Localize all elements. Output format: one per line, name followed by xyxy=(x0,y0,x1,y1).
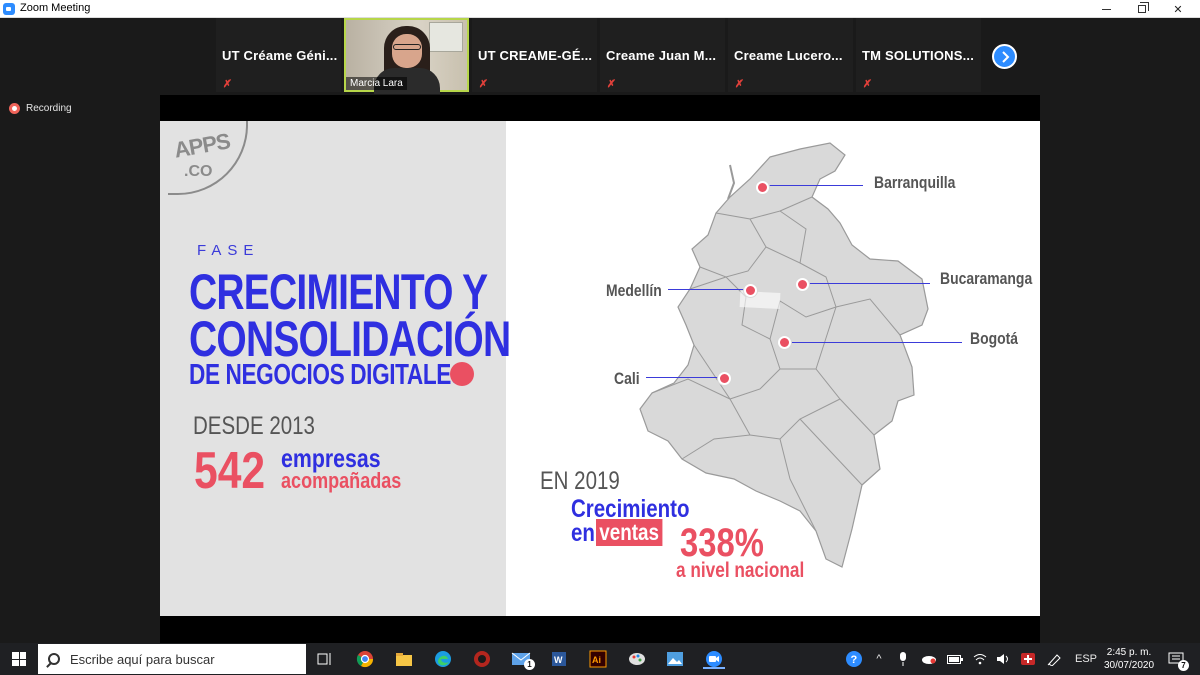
city-label-medellin: Medellín xyxy=(606,281,662,300)
participant-tile[interactable]: Creame Juan M... ✗̸ xyxy=(600,18,725,92)
shared-slide: APPS .CO FASE CRECIMIENTO Y CONSOLIDACIÓ… xyxy=(160,121,1040,616)
restore-icon xyxy=(1138,2,1149,13)
recording-indicator[interactable]: Recording xyxy=(9,103,72,114)
svg-text:?: ? xyxy=(851,654,858,666)
minimize-button[interactable] xyxy=(1088,0,1124,18)
slide-fase-label: FASE xyxy=(197,242,260,259)
whiteboard-background xyxy=(429,22,463,52)
wifi-icon[interactable] xyxy=(970,643,990,675)
pen-icon[interactable] xyxy=(1044,643,1066,675)
svg-text:W: W xyxy=(554,655,563,665)
volume-icon[interactable] xyxy=(993,643,1013,675)
file-explorer-icon[interactable] xyxy=(393,649,415,669)
city-pin-barranquilla xyxy=(756,181,769,194)
mic-muted-icon: ✗̸ xyxy=(479,79,488,90)
city-label-cali: Cali xyxy=(614,369,640,388)
word-icon[interactable]: W xyxy=(548,649,570,669)
record-icon xyxy=(9,103,20,114)
restore-button[interactable] xyxy=(1124,0,1160,18)
city-pin-bucaramanga xyxy=(796,278,809,291)
window-title: Zoom Meeting xyxy=(20,2,91,14)
growth-ventas-highlight: ventas xyxy=(596,519,663,546)
decorative-dot xyxy=(450,362,474,386)
since-label: DESDE 2013 xyxy=(193,412,315,440)
antivirus-icon[interactable] xyxy=(1017,643,1039,675)
city-pin-cali xyxy=(718,372,731,385)
mic-muted-icon: ✗̸ xyxy=(607,79,616,90)
recording-label: Recording xyxy=(26,103,72,114)
cloud-icon[interactable] xyxy=(918,643,940,675)
participant-name: UT CREAME-GÉ... xyxy=(478,48,593,63)
chrome-icon[interactable] xyxy=(354,649,376,669)
clock-date: 30/07/2020 xyxy=(1103,660,1155,671)
taskbar-search[interactable] xyxy=(38,644,306,674)
growth-en: en xyxy=(571,519,595,547)
chevron-up-icon[interactable]: ^ xyxy=(870,643,888,675)
participant-name: TM SOLUTIONS... xyxy=(862,48,975,63)
language-indicator[interactable]: ESP xyxy=(1072,643,1100,675)
participant-tile[interactable]: Creame Lucero... ✗̸ xyxy=(728,18,853,92)
logo-apps-text: APPS xyxy=(172,128,232,163)
next-participants-button[interactable] xyxy=(992,44,1017,69)
participant-name: Marcia Lara xyxy=(346,77,407,90)
windows-logo-icon xyxy=(12,652,26,666)
mic-muted-icon: ✗̸ xyxy=(863,79,872,90)
participant-tile-video[interactable]: Marcia Lara xyxy=(344,18,469,94)
mail-icon[interactable]: 1 xyxy=(510,649,535,670)
city-label-bucaramanga: Bucaramanga xyxy=(940,269,1033,288)
paint-icon[interactable] xyxy=(626,649,648,669)
year-label: EN 2019 xyxy=(540,467,620,495)
city-label-bogota: Bogotá xyxy=(970,329,1019,348)
battery-icon[interactable] xyxy=(944,643,966,675)
participant-name: Creame Lucero... xyxy=(734,48,843,63)
logo-co-text: .CO xyxy=(184,163,213,180)
mail-badge: 1 xyxy=(524,659,535,670)
slide-heading-line3: DE NEGOCIOS DIGITALES xyxy=(189,359,466,391)
notifications-button[interactable]: 7 xyxy=(1164,643,1189,675)
zoom-taskbar-icon[interactable] xyxy=(703,649,725,669)
leader-line xyxy=(646,377,720,378)
city-label-barranquilla: Barranquilla xyxy=(874,173,956,192)
photos-icon[interactable] xyxy=(664,649,686,669)
close-button[interactable]: ✕ xyxy=(1160,0,1196,18)
clock-time: 2:45 p. m. xyxy=(1106,647,1152,658)
search-icon xyxy=(48,653,60,665)
companies-word2: acompañadas xyxy=(281,468,402,493)
city-pin-medellin xyxy=(744,284,757,297)
illustrator-icon[interactable]: Ai xyxy=(587,649,609,669)
participant-name: Creame Juan M... xyxy=(606,48,717,63)
security-app-icon[interactable] xyxy=(471,649,493,669)
participant-tile[interactable]: UT Créame Géni... ✗̸ xyxy=(216,18,341,92)
svg-text:Ai: Ai xyxy=(592,655,601,665)
mic-muted-icon: ✗̸ xyxy=(223,79,232,90)
participant-strip: UT Créame Géni... ✗̸ Marcia Lara UT CREA… xyxy=(216,18,981,94)
zoom-app-icon xyxy=(3,3,15,15)
participant-tile[interactable]: UT CREAME-GÉ... ✗̸ xyxy=(472,18,597,92)
windows-taskbar: 1 W Ai ? ^ ESP 2:45 p. m. 30/07/2020 xyxy=(0,643,1200,675)
microphone-icon[interactable] xyxy=(894,643,912,675)
taskbar-clock[interactable]: 2:45 p. m. 30/07/2020 xyxy=(1100,646,1158,672)
leader-line xyxy=(806,283,930,284)
leader-line xyxy=(786,342,962,343)
participant-tile[interactable]: TM SOLUTIONS... ✗̸ xyxy=(856,18,981,92)
leader-line xyxy=(763,185,863,186)
participant-name: UT Créame Géni... xyxy=(222,48,338,63)
search-input[interactable] xyxy=(70,651,300,667)
growth-scope: a nivel nacional xyxy=(676,559,805,582)
chevron-right-icon xyxy=(1001,50,1009,63)
start-button[interactable] xyxy=(0,643,38,675)
window-titlebar: Zoom Meeting ✕ xyxy=(0,0,1200,18)
task-view-icon[interactable] xyxy=(314,649,336,669)
minimize-icon xyxy=(1101,8,1111,10)
city-pin-bogota xyxy=(778,336,791,349)
close-icon: ✕ xyxy=(1173,3,1183,16)
edge-icon[interactable] xyxy=(432,649,454,669)
help-icon[interactable]: ? xyxy=(842,643,866,675)
notification-count-badge: 7 xyxy=(1178,660,1189,671)
companies-count: 542 xyxy=(194,442,266,500)
leader-line xyxy=(668,289,746,290)
mic-muted-icon: ✗̸ xyxy=(735,79,744,90)
